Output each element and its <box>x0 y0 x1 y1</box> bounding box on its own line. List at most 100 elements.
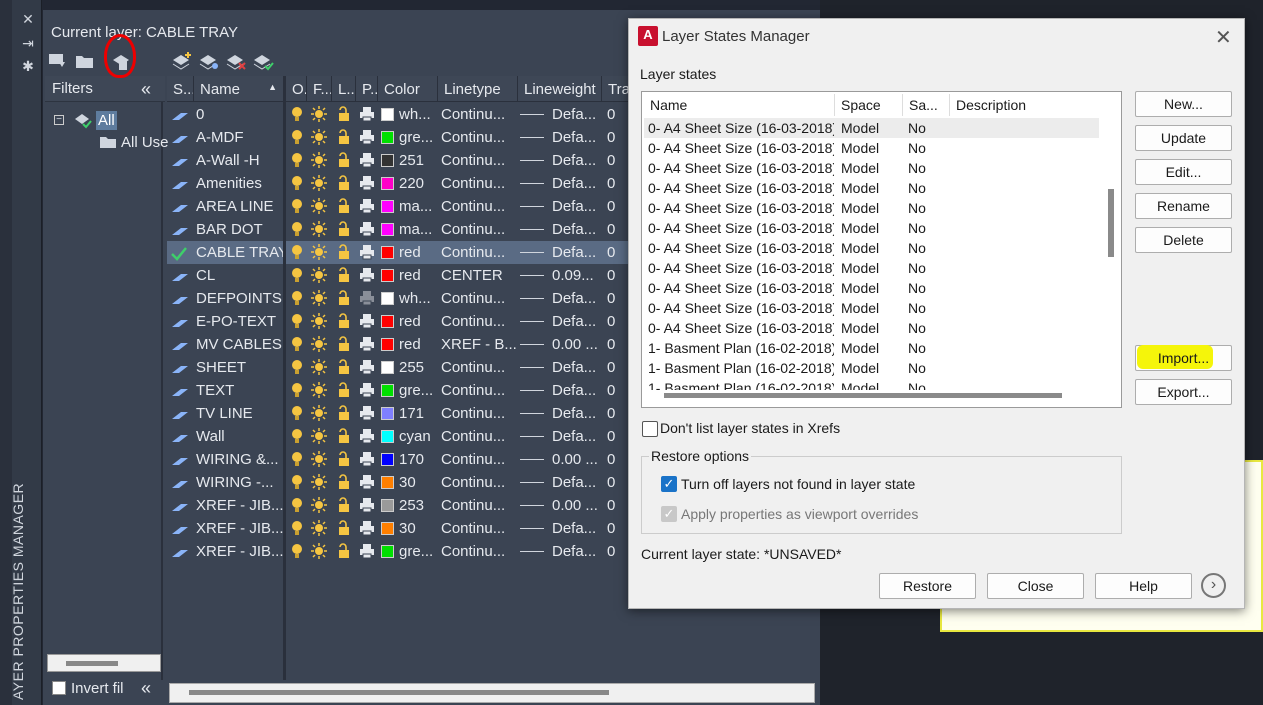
thaw-sun-icon[interactable] <box>307 264 332 287</box>
unlock-icon[interactable] <box>332 195 356 218</box>
layer-lineweight[interactable]: Defa... <box>518 149 602 172</box>
col-header-lock[interactable]: L... <box>332 76 356 102</box>
layer-color[interactable]: red <box>378 333 438 356</box>
plot-printer-icon[interactable] <box>356 356 378 379</box>
layer-lineweight[interactable]: Defa... <box>518 172 602 195</box>
new-layer-vp-frozen-icon[interactable] <box>198 50 220 72</box>
col-header-plot[interactable]: P... <box>356 76 378 102</box>
thaw-sun-icon[interactable] <box>307 448 332 471</box>
thaw-sun-icon[interactable] <box>307 425 332 448</box>
col-header-color[interactable]: Color <box>378 76 438 102</box>
turn-off-layers-checkbox[interactable]: ✓ <box>661 476 677 492</box>
layer-linetype[interactable]: Continu... <box>438 149 518 172</box>
layer-grid-hscroll-thumb[interactable] <box>189 690 609 695</box>
plot-printer-icon[interactable] <box>356 540 378 563</box>
layer-state-row[interactable]: 0- A4 Sheet Size (16-03-2018)... Model No <box>644 298 1099 318</box>
layer-name[interactable]: TV LINE <box>194 402 283 425</box>
edit-button[interactable]: Edit... <box>1135 159 1232 185</box>
on-lightbulb-icon[interactable] <box>286 264 307 287</box>
layer-color[interactable]: cyan <box>378 425 438 448</box>
layer-state-row[interactable]: 1- Basment Plan (16-02-2018)... Model No <box>644 338 1099 358</box>
thaw-sun-icon[interactable] <box>307 540 332 563</box>
layer-color[interactable]: ma... <box>378 195 438 218</box>
layer-linetype[interactable]: Continu... <box>438 448 518 471</box>
unlock-icon[interactable] <box>332 310 356 333</box>
unlock-icon[interactable] <box>332 287 356 310</box>
plot-printer-icon[interactable] <box>356 264 378 287</box>
layer-linetype[interactable]: Continu... <box>438 540 518 563</box>
layer-linetype[interactable]: Continu... <box>438 517 518 540</box>
plot-printer-icon[interactable] <box>356 241 378 264</box>
thaw-sun-icon[interactable] <box>307 195 332 218</box>
thaw-sun-icon[interactable] <box>307 471 332 494</box>
thaw-sun-icon[interactable] <box>307 402 332 425</box>
layer-lineweight[interactable]: Defa... <box>518 402 602 425</box>
layer-lineweight[interactable]: Defa... <box>518 287 602 310</box>
unlock-icon[interactable] <box>332 103 356 126</box>
layer-name[interactable]: WIRING -... <box>194 471 283 494</box>
layer-name[interactable]: A-Wall -H <box>194 149 283 172</box>
layer-lineweight[interactable]: Defa... <box>518 540 602 563</box>
unlock-icon[interactable] <box>332 218 356 241</box>
plot-printer-icon[interactable] <box>356 195 378 218</box>
plot-printer-icon[interactable] <box>356 517 378 540</box>
layer-lineweight[interactable]: Defa... <box>518 310 602 333</box>
layer-linetype[interactable]: Continu... <box>438 310 518 333</box>
layer-name[interactable]: SHEET <box>194 356 283 379</box>
thaw-sun-icon[interactable] <box>307 333 332 356</box>
on-lightbulb-icon[interactable] <box>286 379 307 402</box>
plot-printer-icon[interactable] <box>356 126 378 149</box>
on-lightbulb-icon[interactable] <box>286 540 307 563</box>
layer-name[interactable]: Amenities <box>194 172 283 195</box>
update-button[interactable]: Update <box>1135 125 1232 151</box>
unlock-icon[interactable] <box>332 149 356 172</box>
layer-linetype[interactable]: Continu... <box>438 218 518 241</box>
thaw-sun-icon[interactable] <box>307 241 332 264</box>
layer-color[interactable]: red <box>378 264 438 287</box>
unlock-icon[interactable] <box>332 494 356 517</box>
unlock-icon[interactable] <box>332 471 356 494</box>
unlock-icon[interactable] <box>332 517 356 540</box>
on-lightbulb-icon[interactable] <box>286 126 307 149</box>
list-header-description[interactable]: Description <box>950 94 1100 116</box>
unlock-icon[interactable] <box>332 356 356 379</box>
plot-printer-icon[interactable] <box>356 425 378 448</box>
col-header-status[interactable]: S... <box>167 76 194 102</box>
list-vscroll-thumb[interactable] <box>1108 189 1114 257</box>
layer-color[interactable]: 251 <box>378 149 438 172</box>
plot-printer-icon[interactable] <box>356 103 378 126</box>
layer-color[interactable]: red <box>378 310 438 333</box>
thaw-sun-icon[interactable] <box>307 103 332 126</box>
on-lightbulb-icon[interactable] <box>286 333 307 356</box>
new-property-filter-icon[interactable] <box>47 50 69 72</box>
layer-name[interactable]: DEFPOINTS <box>194 287 283 310</box>
layer-lineweight[interactable]: Defa... <box>518 425 602 448</box>
on-lightbulb-icon[interactable] <box>286 310 307 333</box>
list-header-saved[interactable]: Sa... <box>903 94 950 116</box>
on-lightbulb-icon[interactable] <box>286 356 307 379</box>
layer-name[interactable]: XREF - JIB... <box>194 494 283 517</box>
unlock-icon[interactable] <box>332 333 356 356</box>
tree-item-all[interactable]: All <box>96 111 117 130</box>
layer-color[interactable]: ma... <box>378 218 438 241</box>
on-lightbulb-icon[interactable] <box>286 494 307 517</box>
layer-lineweight[interactable]: Defa... <box>518 517 602 540</box>
layer-state-row[interactable]: 1- Basment Plan (16-02-2018)... Model No <box>644 358 1099 378</box>
col-header-freeze[interactable]: F... <box>307 76 332 102</box>
plot-printer-icon[interactable] <box>356 310 378 333</box>
col-header-linetype[interactable]: Linetype <box>438 76 518 102</box>
layer-lineweight[interactable]: Defa... <box>518 218 602 241</box>
thaw-sun-icon[interactable] <box>307 287 332 310</box>
layer-linetype[interactable]: Continu... <box>438 103 518 126</box>
layer-lineweight[interactable]: 0.00 ... <box>518 448 602 471</box>
collapse-filters-icon[interactable]: « <box>141 79 151 100</box>
layer-color[interactable]: 171 <box>378 402 438 425</box>
layer-name[interactable]: AREA LINE <box>194 195 283 218</box>
layer-name[interactable]: CABLE TRAY <box>194 241 283 264</box>
layer-name[interactable]: E-PO-TEXT <box>194 310 283 333</box>
layer-linetype[interactable]: XREF - B... <box>438 333 518 356</box>
layer-name[interactable]: XREF - JIB... <box>194 540 283 563</box>
layer-lineweight[interactable]: Defa... <box>518 471 602 494</box>
unlock-icon[interactable] <box>332 379 356 402</box>
thaw-sun-icon[interactable] <box>307 149 332 172</box>
